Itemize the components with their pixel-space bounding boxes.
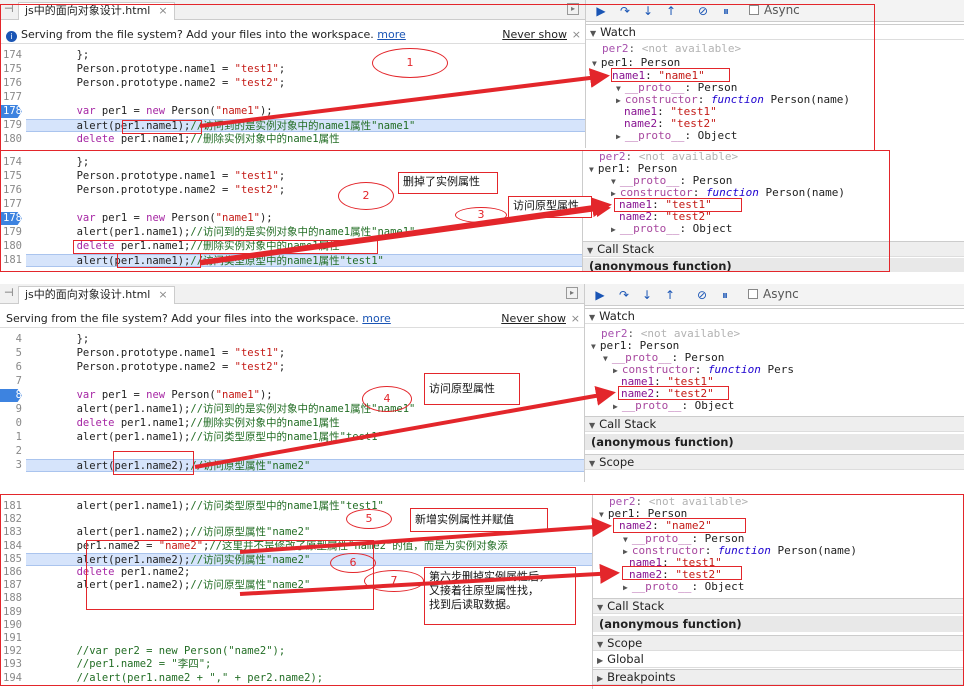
never-show-link[interactable]: Never show (501, 310, 566, 327)
highlight-code-alert-name1 (117, 253, 201, 268)
call-stack-title: Call Stack (599, 417, 657, 431)
callout-3: 3 (455, 207, 507, 223)
highlight-watch-name2-instance (613, 518, 746, 533)
caret-icon[interactable]: ▼ (603, 354, 608, 363)
caret-icon[interactable]: ▼ (591, 342, 596, 351)
line-number[interactable]: 2 (0, 445, 22, 458)
deactivate-breakpoints-icon[interactable]: ⊘ (695, 288, 709, 302)
call-stack-header[interactable]: ▼ Call Stack (585, 416, 964, 432)
call-frame[interactable]: (anonymous function) (585, 434, 964, 450)
file-tab-label: js中的面向对象设计.html (25, 288, 151, 301)
line-number[interactable]: 9 (0, 403, 22, 416)
callout-2: 2 (338, 182, 394, 210)
callout-4: 4 (362, 386, 412, 412)
debugger-pane-3: ▶ ↷ ↓ ↑ ⊘ ⏸ Async ▼ Watch per2: <not avai… (584, 284, 964, 482)
callout-4-label: 4 (383, 392, 391, 405)
callout-3-label: 3 (477, 208, 485, 221)
highlight-code-per1-name1 (122, 120, 202, 134)
callout-6-label: 6 (349, 556, 357, 569)
line-number[interactable]: 5 (0, 347, 22, 360)
scope-title: Scope (599, 455, 635, 469)
back-icon[interactable]: ⊣ (4, 286, 14, 299)
watch-title: Watch (599, 309, 635, 323)
line-number[interactable]: 0 (0, 417, 22, 430)
note-deleted-instance: 删掉了实例属性 (398, 172, 498, 194)
callout-1: 1 (372, 48, 448, 78)
pause-exceptions-icon[interactable]: ⏸ (718, 288, 732, 302)
highlight-watch-name2-proto-b (622, 566, 742, 580)
resume-icon[interactable]: ▶ (593, 288, 607, 302)
file-tab[interactable]: js中的面向对象设计.html × (18, 286, 175, 304)
caret-icon[interactable]: ▶ (613, 402, 618, 411)
code-line: alert(per1.name1);//访问类型原型中的name1属性"test… (26, 431, 384, 443)
code-line: Person.prototype.name1 = "test1"; (26, 347, 286, 359)
infobar-text: Serving from the file system? Add your f… (6, 312, 359, 325)
note-add-instance: 新增实例属性并赋值 (410, 508, 548, 532)
highlight-watch-name1-proto (614, 198, 742, 212)
highlight-delete-line (73, 240, 378, 254)
highlight-watch-name2-proto (618, 386, 729, 400)
workspace-infobar: Serving from the file system? Add your f… (0, 310, 584, 328)
line-number[interactable]: 8 (0, 389, 22, 402)
line-number[interactable]: 3 (0, 459, 22, 472)
note-proto-access-2: 访问原型属性 (508, 196, 592, 218)
more-link[interactable]: more (362, 312, 391, 325)
callout-5-label: 5 (365, 512, 373, 525)
callout-6: 6 (330, 553, 376, 573)
note-step6: 第六步删掉实例属性后， 又接着往原型属性找， 找到后读取数据。 (424, 567, 576, 625)
watch-entry[interactable]: ▶ __proto__: Object (613, 400, 734, 412)
line-number[interactable]: 6 (0, 361, 22, 374)
tab-bar: ⊣ js中的面向对象设计.html × ▸ (0, 284, 584, 304)
caret-down-icon: ▼ (589, 313, 596, 322)
scope-header[interactable]: ▼ Scope (585, 454, 964, 470)
watch-section-header[interactable]: ▼ Watch (585, 308, 964, 324)
callout-1-label: 1 (406, 56, 414, 69)
step-out-icon[interactable]: ↑ (663, 288, 677, 302)
close-icon[interactable]: × (158, 288, 167, 301)
close-icon[interactable]: × (571, 310, 580, 327)
async-label: Async (763, 287, 799, 301)
callout-2-label: 2 (362, 189, 370, 202)
highlight-watch-name1 (611, 68, 730, 82)
code-line: }; (26, 333, 90, 345)
line-number[interactable]: 7 (0, 375, 22, 388)
callout-7: 7 (364, 570, 424, 592)
code-line: alert(per1.name2);//访问原型属性"name2" (26, 459, 584, 472)
toggle-panel-icon[interactable]: ▸ (566, 287, 578, 299)
line-number[interactable]: 4 (0, 333, 22, 346)
line-number[interactable]: 1 (0, 431, 22, 444)
callout-5: 5 (346, 509, 392, 529)
debug-toolbar: ▶ ↷ ↓ ↑ ⊘ ⏸ Async (585, 284, 964, 306)
highlight-code-per1-name2 (113, 451, 194, 475)
async-checkbox[interactable] (748, 289, 758, 299)
caret-down-icon: ▼ (589, 421, 596, 430)
code-line: delete per1.name1;//删除实例对象中的name1属性 (76, 417, 340, 429)
caret-icon[interactable]: ▶ (613, 366, 618, 375)
callout-7-label: 7 (390, 574, 398, 587)
caret-down-icon: ▼ (589, 459, 596, 468)
step-over-icon[interactable]: ↷ (617, 288, 631, 302)
step-into-icon[interactable]: ↓ (640, 288, 654, 302)
highlight-code-lines-184-186 (86, 540, 374, 610)
note-proto-access-4: 访问原型属性 (424, 373, 520, 405)
